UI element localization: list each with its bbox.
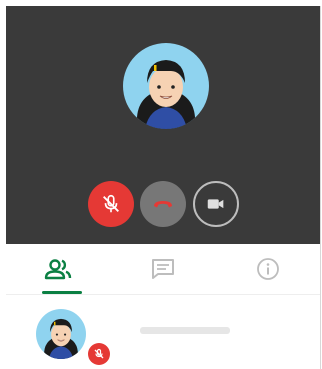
tab-info[interactable] xyxy=(216,244,320,294)
call-controls xyxy=(6,181,320,227)
participant-list xyxy=(6,295,320,369)
phone-hangup-icon xyxy=(154,201,172,208)
list-item[interactable] xyxy=(6,295,320,369)
hang-up-button[interactable] xyxy=(140,181,186,227)
woman-avatar-icon xyxy=(36,309,86,359)
participant-name-placeholder xyxy=(140,327,230,334)
call-stage xyxy=(6,6,320,244)
mute-button[interactable] xyxy=(88,181,134,227)
tab-chat[interactable] xyxy=(111,244,215,294)
people-icon xyxy=(44,259,72,280)
video-toggle-button[interactable] xyxy=(193,181,239,227)
participant-name xyxy=(140,327,141,328)
woman-avatar-icon xyxy=(123,43,209,129)
participant-avatar-large xyxy=(123,43,209,129)
video-call-panel xyxy=(6,6,321,369)
avatar xyxy=(36,309,86,359)
muted-badge xyxy=(88,343,110,365)
active-tab-indicator xyxy=(42,291,82,294)
chat-icon xyxy=(152,259,174,279)
mic-off-icon xyxy=(94,348,104,359)
videocam-icon xyxy=(207,199,224,209)
tab-people[interactable] xyxy=(6,244,110,294)
panel-tabs xyxy=(6,244,320,295)
info-icon xyxy=(257,258,279,280)
mic-off-icon xyxy=(103,194,119,213)
